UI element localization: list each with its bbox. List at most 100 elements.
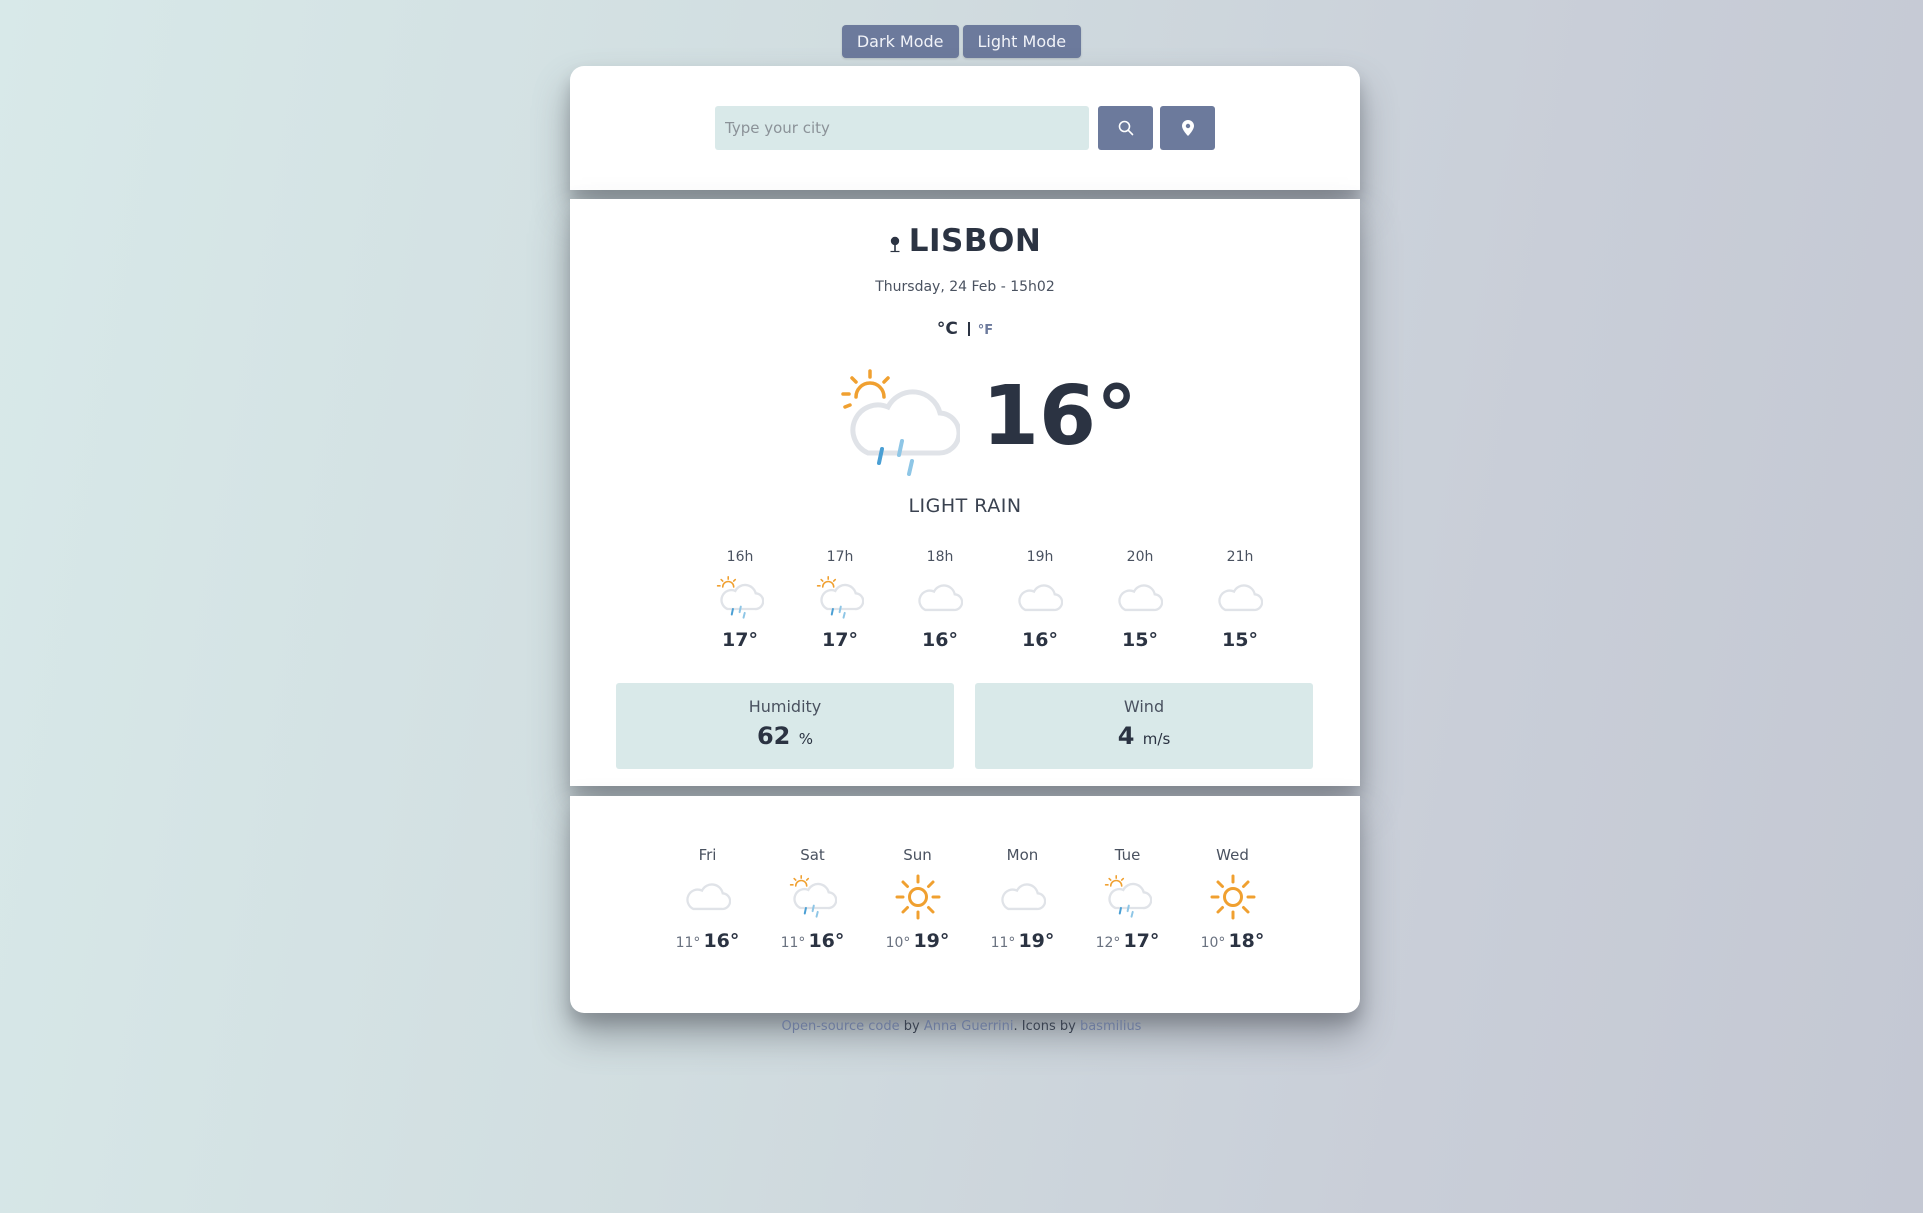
day-min-temp: 10° xyxy=(885,935,911,951)
partly-sunny-rain-icon xyxy=(1075,874,1180,920)
search-button[interactable] xyxy=(1098,106,1153,150)
author-link[interactable]: Anna Guerrini xyxy=(924,1019,1014,1034)
hourly-forecast: 16h 17° 17h 17° 18h 16° 19h 16° 20h 15° … xyxy=(690,549,1290,651)
day-label: Fri xyxy=(698,846,717,864)
search-icon xyxy=(1118,120,1133,136)
humidity-value-row: 62 % xyxy=(616,722,954,750)
humidity-panel: Humidity 62 % xyxy=(616,683,954,769)
search-card xyxy=(570,66,1360,190)
light-mode-button[interactable]: Light Mode xyxy=(962,25,1082,58)
current-location-button[interactable] xyxy=(1160,106,1215,150)
day-min-temp: 12° xyxy=(1095,935,1121,951)
day-max-temp: 16° xyxy=(808,930,845,952)
partly-sunny-rain-icon xyxy=(760,874,865,920)
partly-sunny-rain-icon xyxy=(790,575,890,621)
wind-panel: Wind 4 m/s xyxy=(975,683,1313,769)
daily-item: Tue 12° 17° xyxy=(1075,846,1180,952)
daily-item: Mon 11° 19° xyxy=(970,846,1075,952)
daily-item: Sun 10° 19° xyxy=(865,846,970,952)
cloud-icon xyxy=(1090,575,1190,621)
wind-value-row: 4 m/s xyxy=(975,722,1313,750)
daily-item: Sat 11° 16° xyxy=(760,846,865,952)
hourly-item: 20h 15° xyxy=(1090,549,1190,651)
city-name: LISBON xyxy=(908,223,1042,259)
daily-item: Wed 10° 18° xyxy=(1180,846,1285,952)
day-min-temp: 11° xyxy=(990,935,1016,951)
day-max-temp: 19° xyxy=(913,930,950,952)
day-label: Wed xyxy=(1216,846,1249,864)
hourly-item: 21h 15° xyxy=(1190,549,1290,651)
hour-label: 16h xyxy=(726,549,754,565)
day-temperature-range: 11° 16° xyxy=(760,930,865,952)
daily-forecast: Fri 11° 16° Sat 11° 16° Sun 10° 19° Mon 11°… xyxy=(655,846,1285,952)
day-min-temp: 10° xyxy=(1200,935,1226,951)
footer-icons-text: . Icons by xyxy=(1013,1019,1080,1034)
icons-credit-link[interactable]: basmilius xyxy=(1080,1019,1142,1034)
hourly-item: 18h 16° xyxy=(890,549,990,651)
day-min-temp: 11° xyxy=(780,935,806,951)
hour-temperature: 16° xyxy=(1022,629,1058,651)
day-temperature-range: 10° 19° xyxy=(865,930,970,952)
daily-forecast-card: Fri 11° 16° Sat 11° 16° Sun 10° 19° Mon 11°… xyxy=(570,796,1360,1013)
sun-icon xyxy=(1180,874,1285,920)
day-max-temp: 17° xyxy=(1123,930,1160,952)
celsius-link[interactable]: °C xyxy=(937,319,958,339)
day-max-temp: 16° xyxy=(703,930,740,952)
hour-temperature: 15° xyxy=(1122,629,1158,651)
cloud-icon xyxy=(890,575,990,621)
cloud-icon xyxy=(1190,575,1290,621)
day-label: Mon xyxy=(1006,846,1039,864)
hour-label: 18h xyxy=(926,549,954,565)
hour-label: 20h xyxy=(1126,549,1154,565)
cloud-icon xyxy=(990,575,1090,621)
hourly-item: 19h 16° xyxy=(990,549,1090,651)
hour-label: 17h xyxy=(826,549,854,565)
current-weather-card: LISBON Thursday, 24 Feb - 15h02 °C °F 16°… xyxy=(570,199,1360,786)
unit-toggle: °C °F xyxy=(570,319,1360,339)
partly-sunny-rain-icon xyxy=(690,575,790,621)
humidity-unit: % xyxy=(798,730,814,748)
hour-label: 19h xyxy=(1026,549,1054,565)
city-heading: LISBON xyxy=(570,223,1360,261)
hour-temperature: 15° xyxy=(1222,629,1258,651)
day-temperature-range: 11° 19° xyxy=(970,930,1075,952)
sun-icon xyxy=(865,874,970,920)
day-label: Sun xyxy=(903,846,932,864)
cloud-icon xyxy=(655,874,760,920)
city-search-input[interactable] xyxy=(715,106,1065,150)
current-date: Thursday, 24 Feb - 15h02 xyxy=(875,279,1055,295)
day-label: Tue xyxy=(1114,846,1141,864)
wind-value: 4 xyxy=(1117,722,1135,750)
hour-temperature: 16° xyxy=(922,629,958,651)
map-pin-icon xyxy=(889,225,901,261)
hour-temperature: 17° xyxy=(722,629,758,651)
humidity-value: 62 xyxy=(756,722,791,750)
footer-by-text: by xyxy=(899,1019,924,1034)
unit-divider xyxy=(967,322,970,336)
hourly-item: 16h 17° xyxy=(690,549,790,651)
mode-toggle-bar: Dark Mode Light Mode xyxy=(0,25,1923,58)
daily-item: Fri 11° 16° xyxy=(655,846,760,952)
hour-temperature: 17° xyxy=(822,629,858,651)
source-code-link[interactable]: Open-source code xyxy=(782,1019,900,1034)
day-label: Sat xyxy=(800,846,825,864)
weather-description: LIGHT RAIN xyxy=(908,495,1022,517)
day-max-temp: 18° xyxy=(1228,930,1265,952)
city-search-field[interactable] xyxy=(715,106,1089,150)
wind-label: Wind xyxy=(1123,697,1165,716)
day-temperature-range: 12° 17° xyxy=(1075,930,1180,952)
fahrenheit-link[interactable]: °F xyxy=(978,323,993,338)
hourly-item: 17h 17° xyxy=(790,549,890,651)
partly-sunny-rain-icon xyxy=(840,369,962,485)
location-pin-icon xyxy=(1181,120,1194,136)
day-min-temp: 11° xyxy=(675,935,701,951)
footer: Open-source code by Anna Guerrini. Icons… xyxy=(0,1019,1923,1034)
day-temperature-range: 10° 18° xyxy=(1180,930,1285,952)
humidity-label: Humidity xyxy=(748,697,822,716)
day-max-temp: 19° xyxy=(1018,930,1055,952)
wind-unit: m/s xyxy=(1142,730,1171,748)
hour-label: 21h xyxy=(1226,549,1254,565)
cloud-icon xyxy=(970,874,1075,920)
current-temperature: 16° xyxy=(982,369,1138,464)
dark-mode-button[interactable]: Dark Mode xyxy=(841,25,959,58)
